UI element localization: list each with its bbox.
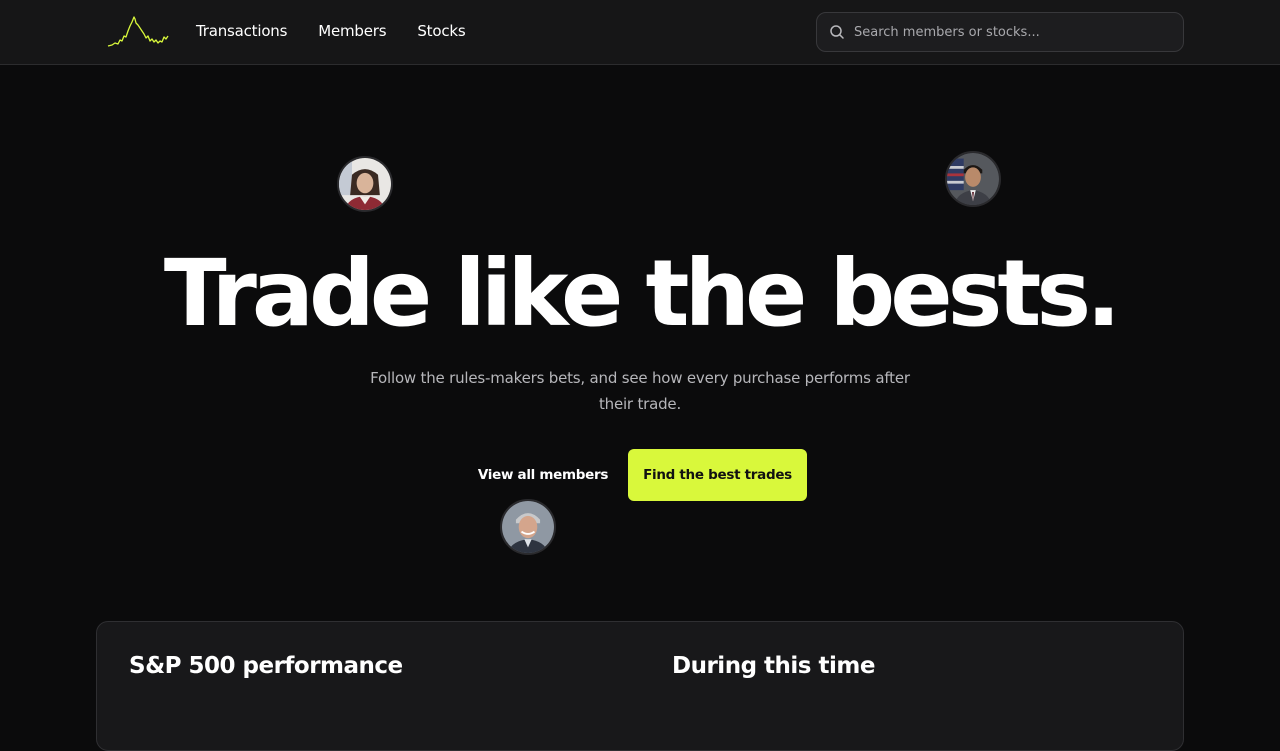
hero-title: Trade like the bests. xyxy=(163,240,1121,347)
search-icon xyxy=(830,25,844,39)
hero-subtitle: Follow the rules-makers bets, and see ho… xyxy=(370,369,910,413)
stock-spark-logo[interactable] xyxy=(107,14,169,50)
find-best-trades-button[interactable]: Find the best trades xyxy=(628,449,807,501)
main-nav: Transactions Members Stocks xyxy=(196,20,497,42)
nav-stocks[interactable]: Stocks xyxy=(417,20,465,42)
search-box[interactable] xyxy=(816,12,1184,52)
search-input[interactable] xyxy=(854,24,1174,40)
sp500-performance-heading: S&P 500 performance xyxy=(129,653,403,679)
sp500-performance-card: S&P 500 performance During this time xyxy=(96,621,1184,751)
member-avatar-woman[interactable] xyxy=(337,156,393,212)
member-avatar-man-flag[interactable] xyxy=(945,151,1001,207)
member-avatar-man-gray-hair[interactable] xyxy=(500,499,556,555)
nav-members[interactable]: Members xyxy=(318,20,386,42)
during-this-time-heading: During this time xyxy=(672,653,875,679)
view-all-members-button[interactable]: View all members xyxy=(474,460,612,490)
top-navigation-bar: Transactions Members Stocks xyxy=(0,0,1280,65)
nav-transactions[interactable]: Transactions xyxy=(196,20,287,42)
